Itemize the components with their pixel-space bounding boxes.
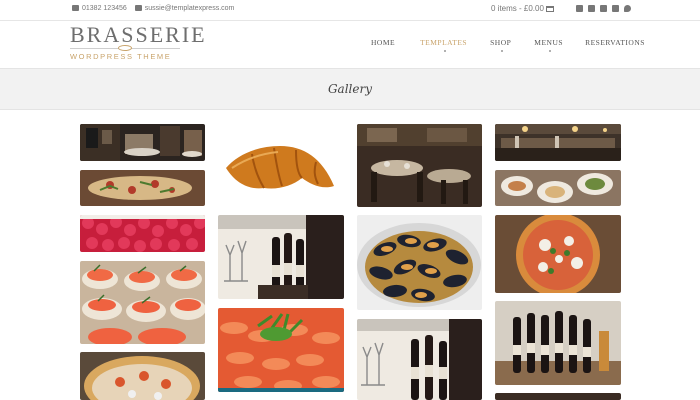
gallery-image-bar-counter[interactable]	[495, 124, 621, 161]
nav-item-menus-label: MENUS	[534, 38, 564, 47]
contact-info: 01382 123456 sussie@templatexpress.com	[72, 5, 234, 12]
logo-subtitle: WORDPRESS THEME	[70, 52, 172, 61]
gallery-image-wine-bottles[interactable]	[495, 301, 621, 385]
email-item[interactable]: sussie@templatexpress.com	[134, 5, 235, 12]
main-nav: HOME TEMPLATES SHOP MENUS RESERVATIONS	[360, 38, 645, 52]
dropdown-caret-icon	[548, 50, 551, 52]
nav-item-templates-label: TEMPLATES	[420, 38, 468, 47]
nav-item-templates[interactable]: TEMPLATES	[420, 38, 468, 52]
cart-icon	[545, 5, 554, 12]
gallery-image-croissant[interactable]	[218, 124, 344, 207]
linkedin-icon[interactable]	[600, 5, 607, 12]
phone-item[interactable]: 01382 123456	[72, 5, 127, 12]
logo-brand: BRASSERIE	[70, 22, 207, 47]
gallery-image-flatbread-pizza[interactable]	[80, 170, 205, 206]
facebook-icon[interactable]	[612, 5, 619, 12]
gallery-image-wine-glasses[interactable]	[218, 215, 344, 299]
gallery-image-restaurant-interior[interactable]	[80, 124, 205, 161]
gallery-image-salmon-canapes[interactable]	[80, 261, 205, 344]
dropdown-caret-icon	[500, 50, 503, 52]
top-bar: 01382 123456 sussie@templatexpress.com 0…	[0, 0, 700, 20]
logo-ornament	[118, 45, 132, 51]
gallery-image-raspberries[interactable]	[80, 215, 205, 252]
nav-item-menus[interactable]: MENUS	[534, 38, 564, 52]
gallery-image-partial[interactable]	[495, 393, 621, 400]
email-icon[interactable]	[576, 5, 583, 12]
top-divider	[0, 20, 700, 21]
gallery-image-mussels[interactable]	[357, 215, 482, 310]
logo-rule	[70, 45, 180, 51]
email-address: sussie@templatexpress.com	[144, 5, 235, 12]
dropdown-caret-icon	[443, 50, 446, 52]
gallery-image-prawns[interactable]	[218, 308, 344, 392]
page-title-band: Gallery	[0, 68, 700, 110]
gallery-image-table-dishes[interactable]	[495, 170, 621, 206]
nav-item-home[interactable]: HOME	[371, 38, 395, 47]
gallery-image-dining-room[interactable]	[357, 124, 482, 207]
gallery-image-wine-bar[interactable]	[357, 319, 482, 400]
cart-text: 0 items - £0.00	[491, 4, 544, 13]
envelope-icon	[134, 5, 142, 12]
phone-number: 01382 123456	[82, 5, 127, 12]
gallery-image-pizza[interactable]	[495, 215, 621, 293]
site-logo[interactable]: BRASSERIE WORDPRESS THEME	[70, 22, 207, 61]
nav-item-shop[interactable]: SHOP	[490, 38, 512, 52]
page-title: Gallery	[327, 82, 373, 96]
gallery-image-seafood-pizza[interactable]	[80, 352, 205, 400]
nav-item-shop-label: SHOP	[490, 38, 512, 47]
nav-item-reservations[interactable]: RESERVATIONS	[585, 38, 645, 47]
twitter-icon[interactable]	[624, 5, 631, 12]
phone-icon	[72, 5, 79, 12]
google-plus-icon[interactable]	[588, 5, 595, 12]
cart-summary[interactable]: 0 items - £0.00	[491, 4, 554, 13]
social-links	[576, 5, 631, 12]
